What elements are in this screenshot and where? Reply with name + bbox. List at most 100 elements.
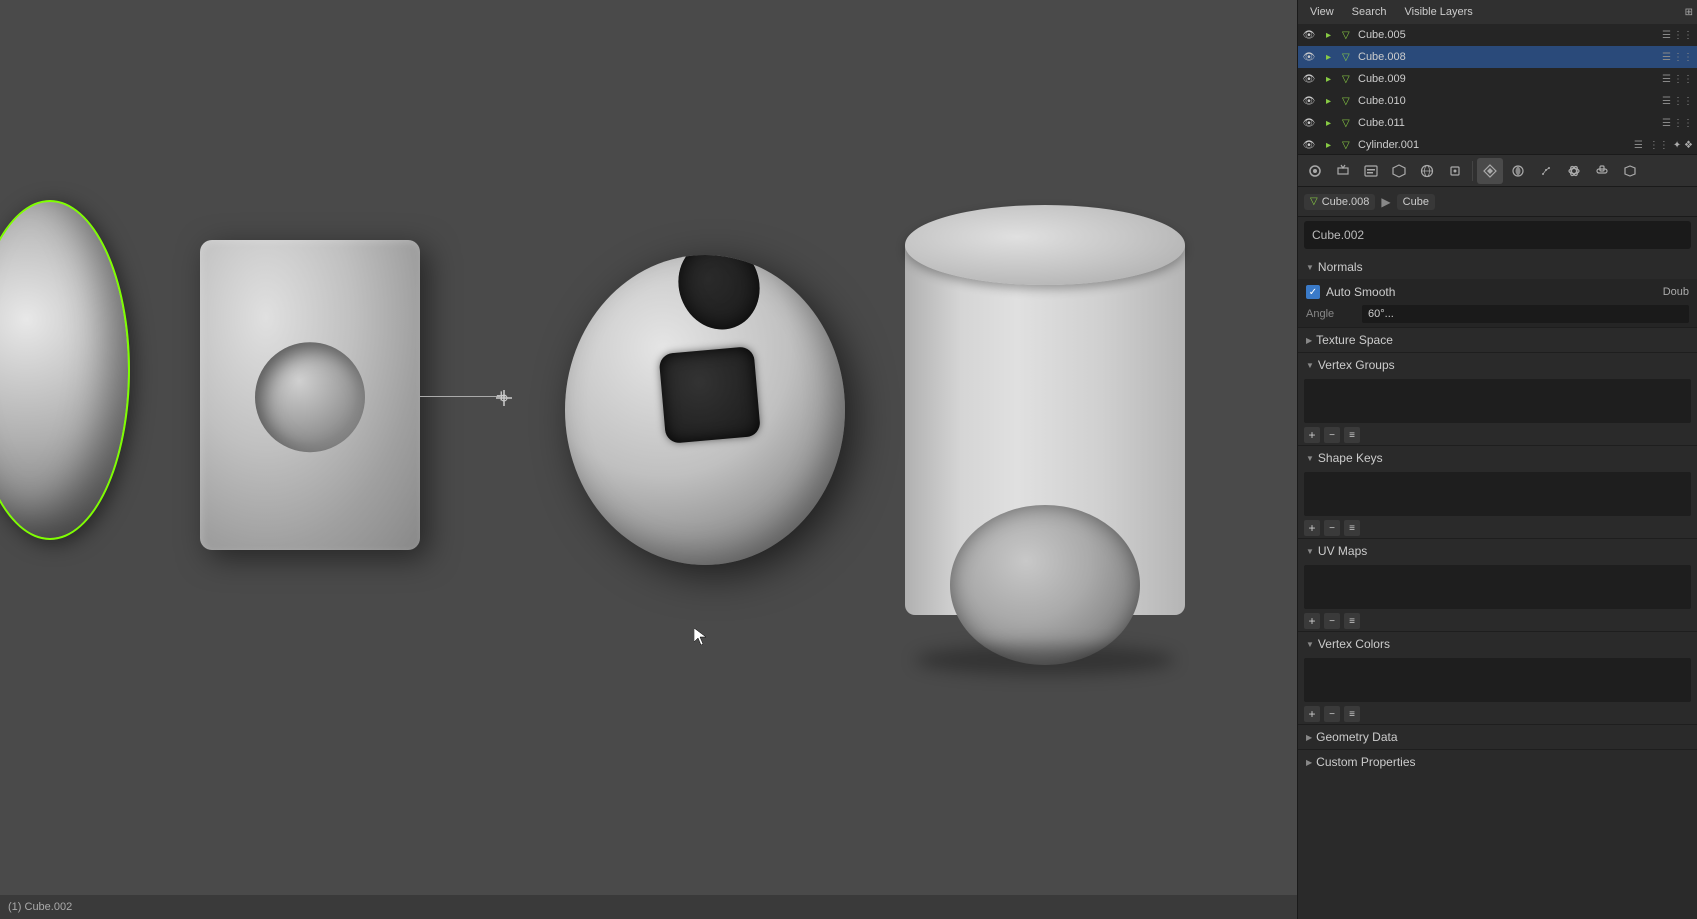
tab-search[interactable]: Search (1344, 4, 1395, 20)
vertex-colors-header[interactable]: Vertex Colors (1298, 632, 1697, 656)
filter-icon: ☰ (1662, 30, 1671, 41)
prop-icon-particles[interactable] (1533, 158, 1559, 184)
cube-axis-line (420, 396, 500, 397)
angle-row: Angle 60°... (1298, 305, 1697, 327)
prop-icon-scene[interactable] (1386, 158, 1412, 184)
outliner-item-cylinder001[interactable]: 👁 ▸ ▽ Cylinder.001 ☰ ⋮⋮ ✦ ❖ (1298, 134, 1697, 155)
uv-maps-add-btn[interactable]: + (1304, 613, 1320, 629)
mesh-icon: ▸ (1326, 30, 1340, 41)
vertex-colors-add-btn[interactable]: + (1304, 706, 1320, 722)
shape-keys-add-btn[interactable]: + (1304, 520, 1320, 536)
outliner-header: View Search Visible Layers ⊞ (1298, 0, 1697, 24)
tab-visible-layers[interactable]: Visible Layers (1397, 4, 1481, 20)
cube-sphere-indent (255, 342, 365, 452)
vertex-colors-menu-btn[interactable]: ≡ (1344, 706, 1360, 722)
visibility-icon-cyl[interactable]: 👁 (1302, 140, 1316, 151)
ball-rect-cutout (659, 346, 761, 444)
prop-icon-object[interactable] (1442, 158, 1468, 184)
cylinder-body (905, 245, 1185, 615)
visibility-icon-008[interactable]: 👁 (1302, 52, 1316, 63)
vertex-groups-section: Vertex Groups + − ≡ (1298, 353, 1697, 446)
properties-content[interactable]: Normals Auto Smooth Doub Angle 60°... Te… (1298, 253, 1697, 919)
visibility-icon-010[interactable]: 👁 (1302, 96, 1316, 107)
shape-keys-remove-btn[interactable]: − (1324, 520, 1340, 536)
vertex-groups-add-btn[interactable]: + (1304, 427, 1320, 443)
filter-icon-010: ☰ (1662, 96, 1671, 107)
prop-icon-modifiers[interactable] (1617, 158, 1643, 184)
uv-maps-remove-btn[interactable]: − (1324, 613, 1340, 629)
prop-icon-material[interactable] (1505, 158, 1531, 184)
prop-icon-constraints[interactable] (1589, 158, 1615, 184)
visibility-icon-009[interactable]: 👁 (1302, 74, 1316, 85)
filter-icon-011: ☰ (1662, 118, 1671, 129)
shape-keys-header[interactable]: Shape Keys (1298, 446, 1697, 470)
object-icon-009: ▽ (1342, 74, 1356, 85)
outliner-grid-icon: ⊞ (1685, 7, 1693, 18)
shape-keys-arrow (1306, 453, 1314, 463)
uv-maps-label: UV Maps (1318, 544, 1367, 558)
extras-icon: ⋮⋮ (1673, 30, 1693, 41)
auto-smooth-checkbox[interactable] (1306, 285, 1320, 299)
viewport[interactable]: (1) Cube.002 (0, 0, 1297, 919)
vertex-colors-controls: + − ≡ (1298, 704, 1697, 724)
vertex-groups-menu-btn[interactable]: ≡ (1344, 427, 1360, 443)
sphere-left-object[interactable] (0, 200, 130, 540)
angle-input[interactable]: 60°... (1362, 305, 1689, 323)
outliner-item-cube011[interactable]: 👁 ▸ ▽ Cube.011 ☰ ⋮⋮ (1298, 112, 1697, 134)
prop-icon-output[interactable] (1330, 158, 1356, 184)
normals-section-header[interactable]: Normals (1298, 255, 1697, 279)
prop-icon-mesh-data[interactable] (1477, 158, 1503, 184)
custom-properties-label: Custom Properties (1316, 755, 1415, 769)
vertex-colors-label: Vertex Colors (1318, 637, 1390, 651)
angle-label: Angle (1306, 308, 1356, 320)
uv-maps-menu-btn[interactable]: ≡ (1344, 613, 1360, 629)
ball-object[interactable] (565, 255, 845, 565)
cylinder-hole (950, 505, 1140, 665)
object-icon: ▽ (1342, 30, 1356, 41)
shape-keys-label: Shape Keys (1318, 451, 1383, 465)
cursor-crosshair (494, 388, 514, 408)
extras-icon-011: ⋮⋮ (1673, 118, 1693, 129)
geometry-data-header[interactable]: Geometry Data (1298, 725, 1697, 749)
prop-icon-physics[interactable] (1561, 158, 1587, 184)
outliner-item-cube009[interactable]: 👁 ▸ ▽ Cube.009 ☰ ⋮⋮ (1298, 68, 1697, 90)
custom-properties-section: Custom Properties (1298, 750, 1697, 774)
custom-properties-header[interactable]: Custom Properties (1298, 750, 1697, 774)
vertex-groups-header[interactable]: Vertex Groups (1298, 353, 1697, 377)
vertex-colors-arrow (1306, 639, 1314, 649)
cylinder-object[interactable] (905, 205, 1185, 655)
mesh-icon-cyl: ▸ (1326, 140, 1340, 151)
object-selector: ▽ Cube.008 ▶ Cube (1298, 187, 1697, 217)
outliner[interactable]: View Search Visible Layers ⊞ 👁 ▸ ▽ Cube.… (1298, 0, 1697, 155)
vertex-colors-remove-btn[interactable]: − (1324, 706, 1340, 722)
active-object-btn2[interactable]: Cube (1397, 194, 1435, 210)
object-icon-011: ▽ (1342, 118, 1356, 129)
active-object-btn[interactable]: ▽ Cube.008 (1304, 194, 1375, 210)
vertex-groups-remove-btn[interactable]: − (1324, 427, 1340, 443)
filter-icon-009: ☰ (1662, 74, 1671, 85)
shape-keys-section: Shape Keys + − ≡ (1298, 446, 1697, 539)
status-bar: (1) Cube.002 (0, 895, 1297, 919)
visibility-icon-011[interactable]: 👁 (1302, 118, 1316, 129)
object-icon-010: ▽ (1342, 96, 1356, 107)
normals-arrow (1306, 262, 1314, 272)
outliner-item-cube008[interactable]: 👁 ▸ ▽ Cube.008 ☰ ⋮⋮ (1298, 46, 1697, 68)
prop-icon-view-layer[interactable] (1358, 158, 1384, 184)
shape-keys-menu-btn[interactable]: ≡ (1344, 520, 1360, 536)
tab-view[interactable]: View (1302, 4, 1342, 20)
data-name-value: Cube.002 (1312, 228, 1364, 242)
item-name-cube008: Cube.008 (1358, 51, 1660, 63)
item-name-cube011: Cube.011 (1358, 117, 1660, 129)
separator-arrow: ▶ (1381, 195, 1390, 209)
texture-space-header[interactable]: Texture Space (1298, 328, 1697, 352)
outliner-item-cube005[interactable]: 👁 ▸ ▽ Cube.005 ☰ ⋮⋮ (1298, 24, 1697, 46)
visibility-icon[interactable]: 👁 (1302, 30, 1316, 41)
prop-icon-world[interactable] (1414, 158, 1440, 184)
cylinder-top (905, 205, 1185, 285)
data-name-field[interactable]: Cube.002 (1304, 221, 1691, 249)
separator (1472, 161, 1473, 181)
uv-maps-header[interactable]: UV Maps (1298, 539, 1697, 563)
cube-object[interactable] (200, 240, 420, 550)
prop-icon-render[interactable] (1302, 158, 1328, 184)
outliner-item-cube010[interactable]: 👁 ▸ ▽ Cube.010 ☰ ⋮⋮ (1298, 90, 1697, 112)
